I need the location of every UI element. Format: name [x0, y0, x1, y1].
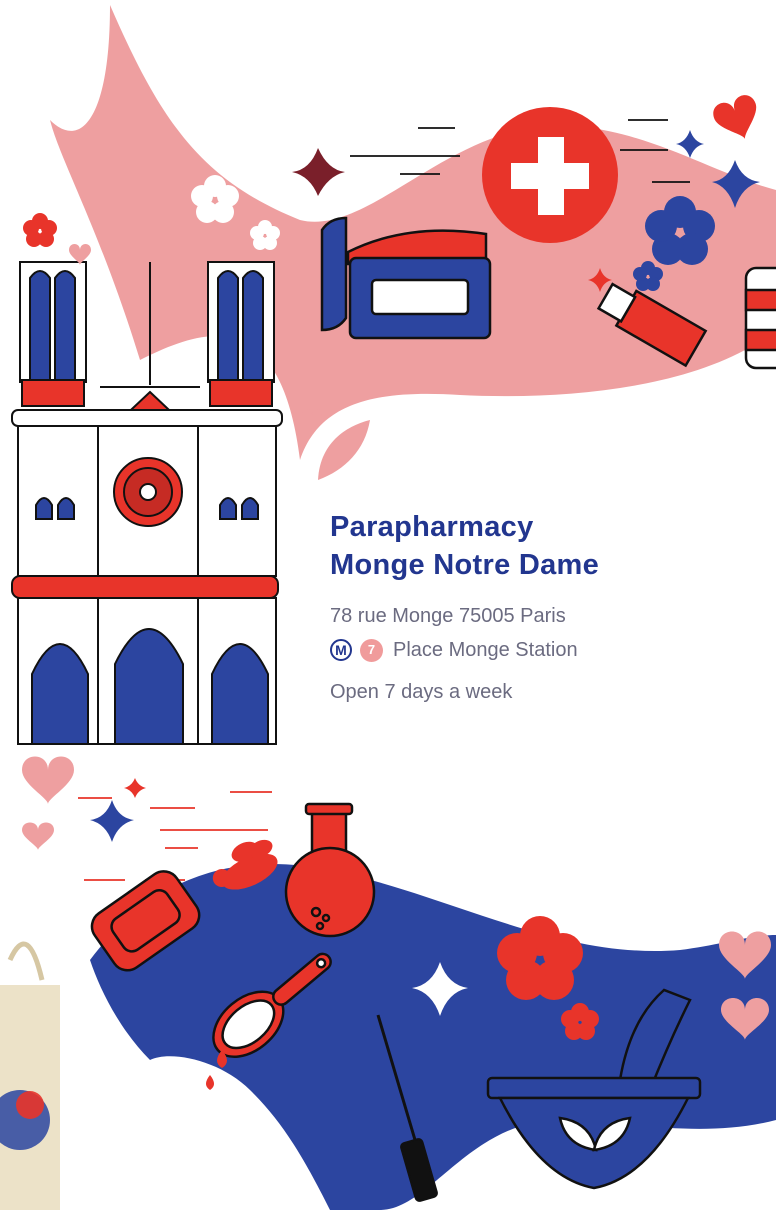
spray-bottle-icon — [744, 266, 776, 370]
store-address: 78 rue Monge 75005 Paris — [330, 605, 566, 627]
water-drop — [206, 1075, 214, 1090]
store-info: Parapharmacy Monge Notre Dame 78 rue Mon… — [330, 508, 770, 706]
metro-icon: M — [330, 639, 352, 661]
metro-line-badge: 7 — [360, 638, 383, 662]
flask-icon — [284, 802, 376, 938]
pharmacy-cross-icon — [482, 107, 618, 243]
pink-ribbon-tail — [318, 420, 370, 480]
opening-hours: Open 7 days a week — [330, 681, 513, 703]
store-name: Parapharmacy Monge Notre Dame — [330, 508, 770, 584]
metro-info: M 7 Place Monge Station — [330, 636, 770, 664]
store-name-line1: Parapharmacy — [330, 511, 534, 543]
metro-station: Place Monge Station — [393, 639, 578, 661]
store-name-line2: Monge Notre Dame — [330, 549, 600, 581]
tote-bag-icon — [0, 941, 60, 1210]
